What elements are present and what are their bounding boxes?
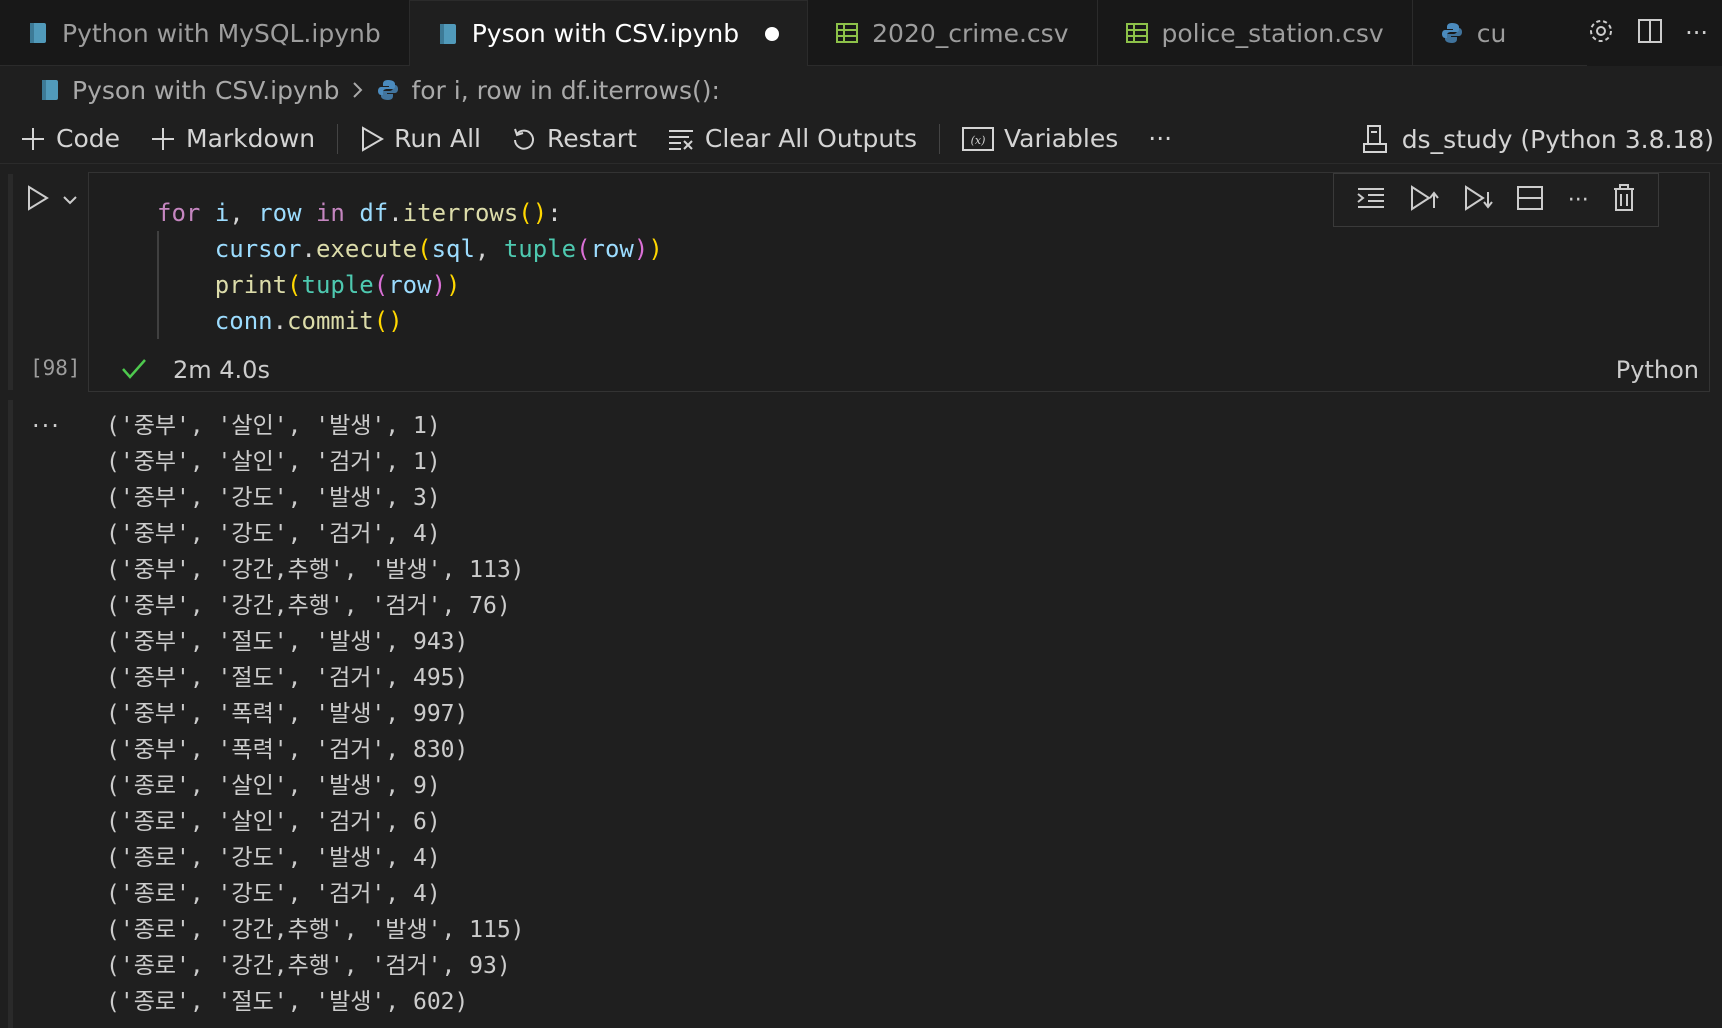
python-icon xyxy=(377,79,399,101)
output-line: ('종로', '살인', '발생', 9) xyxy=(106,773,441,799)
output-line: ('종로', '강간,추행', '검거', 93) xyxy=(106,953,511,979)
chevron-down-icon[interactable] xyxy=(62,191,78,210)
cell-more-icon[interactable]: ··· xyxy=(1568,188,1589,213)
run-by-line-icon[interactable] xyxy=(1356,185,1386,215)
output-line: ('종로', '절도', '발생', 602) xyxy=(106,989,469,1015)
output-line: ('중부', '살인', '발생', 1) xyxy=(106,413,441,439)
output-line: ('중부', '절도', '검거', 495) xyxy=(106,665,469,691)
run-all-button[interactable]: Run All xyxy=(360,124,481,153)
chevron-right-icon xyxy=(351,81,365,99)
plus-icon xyxy=(20,126,46,152)
add-code-cell-button[interactable]: Code xyxy=(20,124,120,153)
run-cell-icon[interactable] xyxy=(26,184,50,216)
output-line: ('중부', '강간,추행', '발생', 113) xyxy=(106,557,525,583)
trash-icon[interactable] xyxy=(1612,184,1636,216)
output-line: ('중부', '폭력', '발생', 997) xyxy=(106,701,469,727)
breadcrumb-file[interactable]: Pyson with CSV.ipynb xyxy=(72,76,339,105)
more-actions-icon[interactable]: ··· xyxy=(1685,19,1708,47)
execution-duration: 2m 4.0s xyxy=(173,356,270,384)
add-code-label: Code xyxy=(56,124,121,153)
tab-cu-truncated[interactable]: cu xyxy=(1413,0,1513,66)
toolbar-divider xyxy=(337,123,339,154)
code-cell-editor[interactable]: for i, row in df.iterrows(): cursor.exec… xyxy=(88,172,1710,392)
restart-label: Restart xyxy=(547,124,637,153)
clear-all-outputs-button[interactable]: Clear All Outputs xyxy=(667,124,917,153)
kernel-label: ds_study (Python 3.8.18) xyxy=(1401,124,1714,154)
editor-actions: ··· xyxy=(1587,0,1722,66)
python-icon xyxy=(1441,22,1463,44)
output-more-button[interactable]: ··· xyxy=(32,412,61,440)
output-line: ('종로', '강간,추행', '발생', 115) xyxy=(106,917,525,943)
restart-button[interactable]: Restart xyxy=(511,124,637,153)
cell-language[interactable]: Python xyxy=(1616,356,1699,384)
output-line: ('종로', '살인', '검거', 6) xyxy=(106,809,441,835)
variables-icon: (x) xyxy=(962,126,995,152)
output-line: ('중부', '살인', '검거', 1) xyxy=(106,449,441,475)
output-line: ('종로', '강도', '발생', 4) xyxy=(106,845,441,871)
editor-tab-bar: Python with MySQL.ipynb Pyson with CSV.i… xyxy=(0,0,1722,66)
output-line: ('종로', '강도', '검거', 4) xyxy=(106,881,441,907)
add-markdown-cell-button[interactable]: Markdown xyxy=(150,124,315,153)
execution-count: [98] xyxy=(30,356,81,380)
csv-table-icon xyxy=(1125,22,1148,44)
unsaved-dot-icon[interactable] xyxy=(765,26,780,41)
success-check-icon xyxy=(121,357,147,385)
kernel-picker[interactable]: ds_study (Python 3.8.18) xyxy=(1362,114,1714,164)
cell-status-bar: 2m 4.0s Python xyxy=(89,351,1709,391)
split-cell-icon[interactable] xyxy=(1516,185,1544,215)
code-content[interactable]: for i, row in df.iterrows(): cursor.exec… xyxy=(157,195,663,339)
output-line: ('중부', '폭력', '검거', 830) xyxy=(106,737,469,763)
csv-table-icon xyxy=(836,22,859,44)
kernel-icon xyxy=(1362,124,1388,154)
toolbar-divider xyxy=(939,123,941,154)
split-editor-icon[interactable] xyxy=(1637,18,1663,48)
toolbar-more-button[interactable]: ··· xyxy=(1148,124,1172,153)
tab-pyson-with-csv[interactable]: Pyson with CSV.ipynb xyxy=(409,0,809,66)
variables-label: Variables xyxy=(1004,124,1119,153)
notebook-toolbar: Code Markdown Run All Restart Clear All … xyxy=(0,114,1722,164)
notebook-icon xyxy=(438,23,458,45)
output-focus-bar xyxy=(8,400,13,1028)
tab-label: Python with MySQL.ipynb xyxy=(62,18,381,48)
cell-toolbar: ··· xyxy=(1333,173,1659,227)
svg-text:(x): (x) xyxy=(971,134,986,147)
notebook-icon xyxy=(40,79,60,101)
toolbar-more-label: ··· xyxy=(1148,124,1173,153)
tab-label: Pyson with CSV.ipynb xyxy=(471,19,740,48)
tab-label: cu xyxy=(1476,18,1507,48)
tab-python-with-mysql[interactable]: Python with MySQL.ipynb xyxy=(0,0,410,66)
variables-button[interactable]: (x) Variables xyxy=(962,124,1118,153)
plus-icon xyxy=(150,126,176,152)
run-all-label: Run All xyxy=(394,124,482,153)
output-line: ('중부', '강도', '검거', 4) xyxy=(106,521,441,547)
output-line: ('중부', '강도', '발생', 3) xyxy=(106,485,441,511)
notebook-icon xyxy=(28,22,48,44)
cell-focus-bar xyxy=(8,174,13,390)
restart-icon xyxy=(511,126,537,152)
play-outline-icon xyxy=(360,125,385,152)
execute-above-icon[interactable] xyxy=(1409,184,1440,216)
tab-2020-crime-csv[interactable]: 2020_crime.csv xyxy=(808,0,1098,66)
clear-all-icon xyxy=(667,126,695,152)
breadcrumb-cell[interactable]: for i, row in df.iterrows(): xyxy=(411,76,720,105)
execute-below-icon[interactable] xyxy=(1463,184,1493,216)
cell-output: ('중부', '살인', '발생', 1) ('중부', '살인', '검거', … xyxy=(106,408,525,1020)
add-markdown-label: Markdown xyxy=(186,124,316,153)
breadcrumb: Pyson with CSV.ipynb for i, row in df.it… xyxy=(0,66,1722,114)
tab-label: 2020_crime.csv xyxy=(872,18,1069,48)
clear-all-outputs-label: Clear All Outputs xyxy=(704,124,918,153)
output-line: ('중부', '강간,추행', '검거', 76) xyxy=(106,593,511,619)
output-line: ('중부', '절도', '발생', 943) xyxy=(106,629,469,655)
gear-icon[interactable] xyxy=(1587,17,1615,49)
tab-label: police_station.csv xyxy=(1161,18,1384,48)
tab-police-station-csv[interactable]: police_station.csv xyxy=(1098,0,1413,66)
cell-run-controls xyxy=(26,184,78,216)
